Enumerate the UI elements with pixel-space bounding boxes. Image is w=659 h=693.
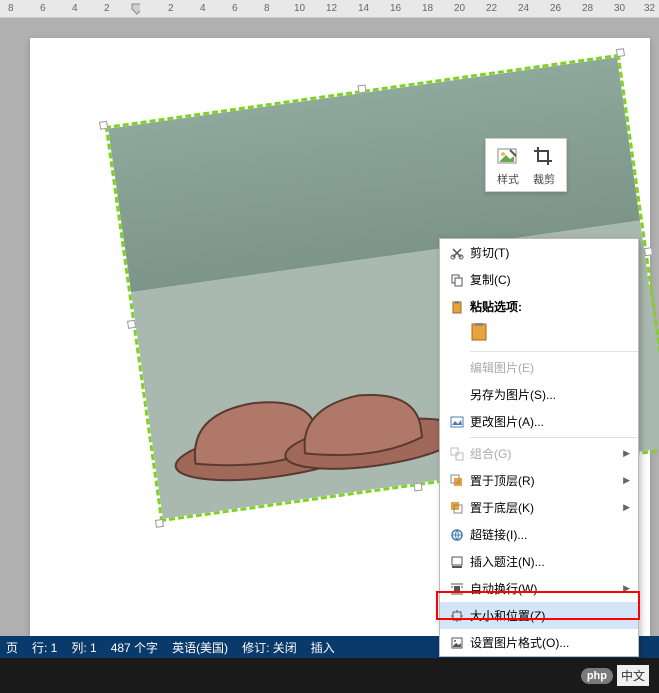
status-page[interactable]: 页	[6, 639, 18, 656]
resize-handle-bm[interactable]	[413, 483, 422, 492]
format-picture-icon	[444, 636, 470, 650]
menu-edit-picture: 编辑图片(E)	[440, 354, 638, 381]
status-words[interactable]: 487 个字	[111, 639, 158, 656]
menu-save-as-picture[interactable]: 另存为图片(S)...	[440, 381, 638, 408]
menu-cut[interactable]: 剪切(T)	[440, 239, 638, 266]
resize-handle-lm[interactable]	[127, 320, 136, 329]
submenu-arrow-icon: ▶	[623, 502, 630, 513]
style-icon	[496, 145, 520, 169]
submenu-arrow-icon: ▶	[623, 448, 630, 459]
status-line[interactable]: 行: 1	[32, 639, 57, 656]
menu-send-back[interactable]: 置于底层(K) ▶	[440, 494, 638, 521]
caption-icon	[444, 555, 470, 569]
watermark-strip: php 中文	[0, 658, 659, 693]
group-icon	[444, 447, 470, 461]
crop-icon	[532, 145, 556, 169]
copy-icon	[444, 273, 470, 287]
style-button[interactable]: 样式	[496, 145, 520, 187]
indent-marker-icon[interactable]	[130, 0, 140, 18]
menu-bring-front[interactable]: 置于顶层(R) ▶	[440, 467, 638, 494]
slipper-illustration	[152, 327, 467, 497]
hyperlink-icon	[444, 528, 470, 542]
bring-front-icon	[444, 474, 470, 488]
resize-handle-bl[interactable]	[155, 519, 164, 528]
resize-handle-tr[interactable]	[616, 48, 625, 57]
submenu-arrow-icon: ▶	[623, 475, 630, 486]
crop-label: 裁剪	[533, 174, 555, 186]
resize-handle-tl[interactable]	[99, 121, 108, 130]
status-language[interactable]: 英语(美国)	[172, 639, 228, 656]
horizontal-ruler: 8 6 4 2 2 4 6 8 10 12 14 16 18 20 22 24 …	[0, 0, 659, 18]
size-position-icon	[444, 609, 470, 623]
cn-label: 中文	[617, 665, 649, 686]
resize-handle-rm[interactable]	[644, 247, 653, 256]
crop-button[interactable]: 裁剪	[532, 145, 556, 187]
change-picture-icon	[444, 415, 470, 429]
menu-change-picture[interactable]: 更改图片(A)...	[440, 408, 638, 435]
status-column[interactable]: 列: 1	[71, 639, 96, 656]
paste-option-picture[interactable]	[440, 320, 638, 349]
paste-icon	[444, 300, 470, 314]
context-menu: 剪切(T) 复制(C) 粘贴选项: 编辑图片(E) 另存为图片(S)... 更改…	[439, 238, 639, 657]
menu-format-picture[interactable]: 设置图片格式(O)...	[440, 629, 638, 656]
status-insert[interactable]: 插入	[311, 639, 335, 656]
php-badge: php	[581, 668, 613, 684]
menu-hyperlink[interactable]: 超链接(I)...	[440, 521, 638, 548]
resize-handle-tm[interactable]	[358, 84, 367, 93]
menu-paste-options: 粘贴选项:	[440, 293, 638, 320]
menu-insert-caption[interactable]: 插入题注(N)...	[440, 548, 638, 575]
style-label: 样式	[497, 174, 519, 186]
submenu-arrow-icon: ▶	[623, 583, 630, 594]
wrap-icon	[444, 582, 470, 596]
menu-copy[interactable]: 复制(C)	[440, 266, 638, 293]
cut-icon	[444, 246, 470, 260]
image-mini-toolbar: 样式 裁剪	[485, 138, 567, 192]
send-back-icon	[444, 501, 470, 515]
status-track[interactable]: 修订: 关闭	[242, 639, 297, 656]
menu-size-position[interactable]: 大小和位置(Z)...	[440, 602, 638, 629]
menu-group: 组合(G) ▶	[440, 440, 638, 467]
menu-auto-wrap[interactable]: 自动换行(W) ▶	[440, 575, 638, 602]
